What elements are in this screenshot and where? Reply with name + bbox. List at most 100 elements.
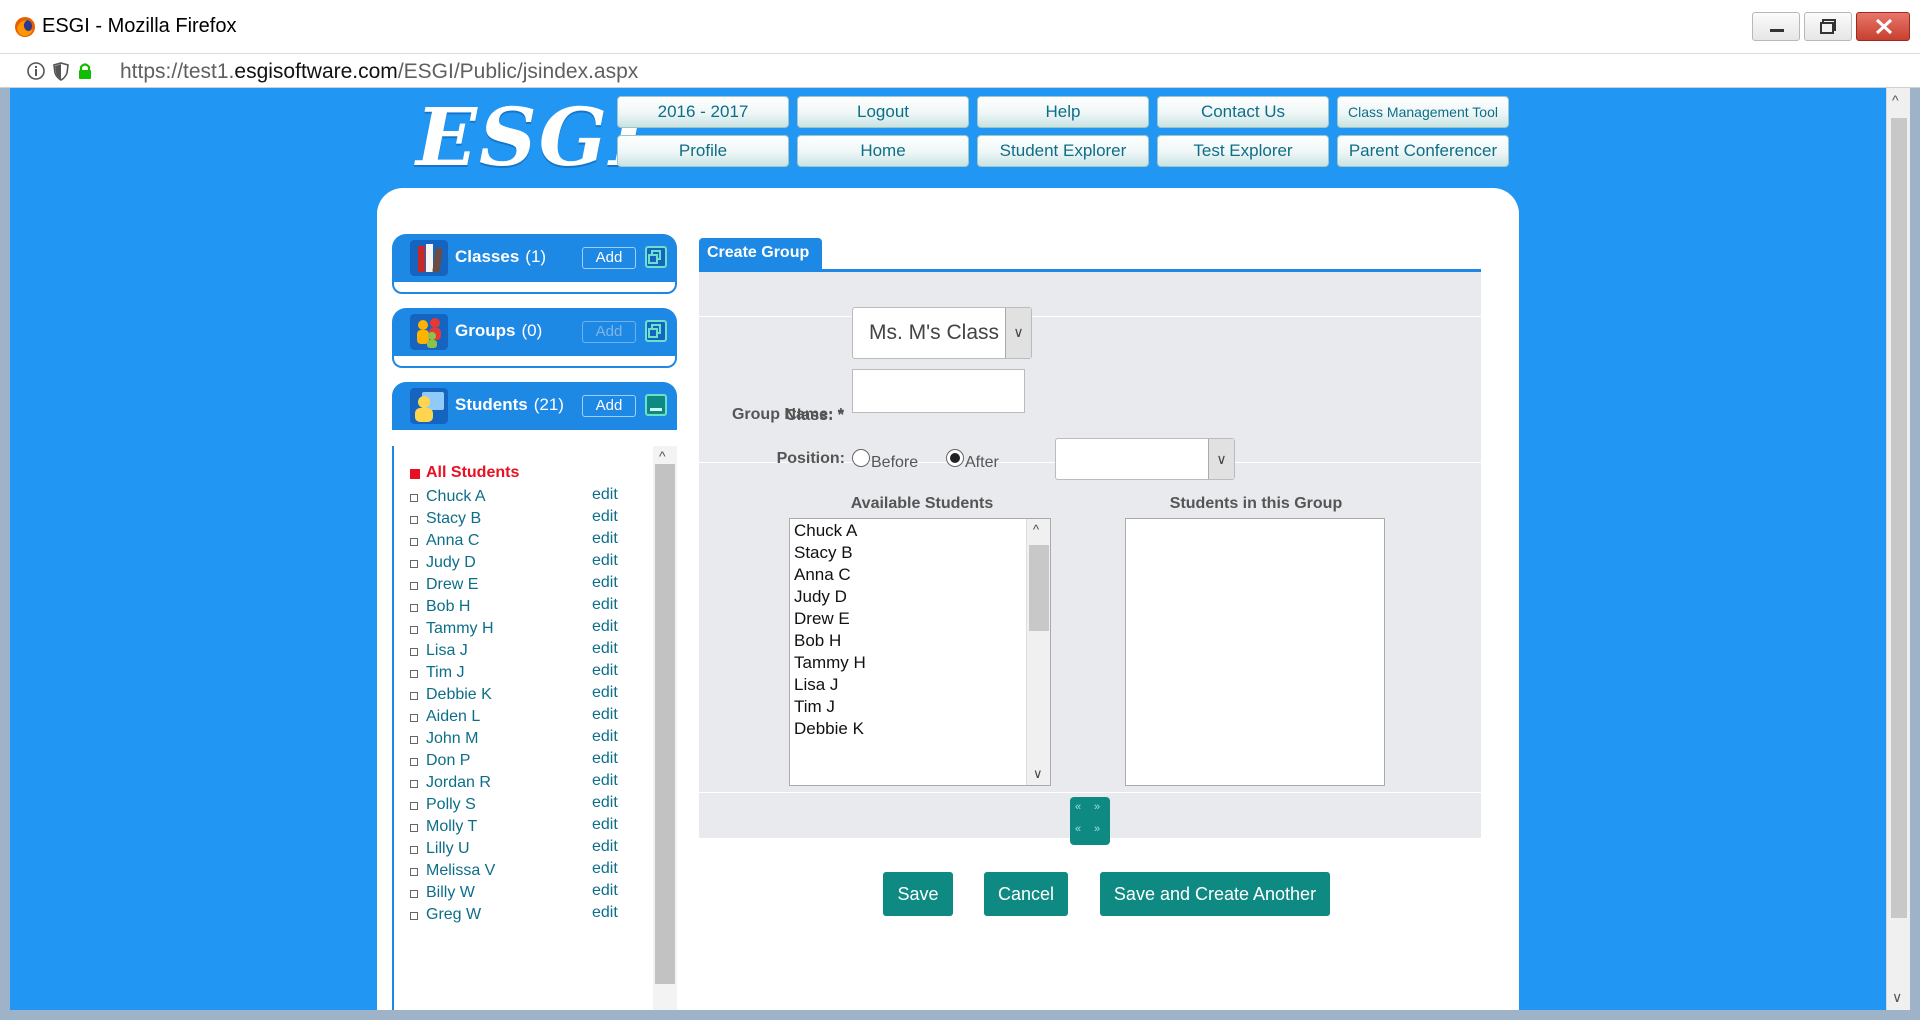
- student-list-item[interactable]: Chuck A edit: [408, 486, 643, 508]
- student-list-item[interactable]: Greg W edit: [408, 904, 643, 926]
- student-list-item[interactable]: Bob H edit: [408, 596, 643, 618]
- student-list-item[interactable]: Don P edit: [408, 750, 643, 772]
- scroll-down-icon[interactable]: ∨: [1033, 766, 1043, 782]
- student-list-item[interactable]: Lisa J edit: [408, 640, 643, 662]
- student-name[interactable]: Debbie K: [426, 686, 492, 704]
- add-group-button[interactable]: Add: [582, 321, 636, 343]
- available-list-scrollbar[interactable]: ^ ∨: [1026, 519, 1050, 785]
- scrollbar-thumb[interactable]: [655, 464, 675, 984]
- student-name[interactable]: Bob H: [426, 598, 470, 616]
- edit-student-link[interactable]: edit: [592, 904, 618, 922]
- maximize-button[interactable]: [1804, 12, 1852, 41]
- student-name[interactable]: Jordan R: [426, 774, 491, 792]
- nav-student-explorer-button[interactable]: Student Explorer: [977, 135, 1149, 167]
- student-list-item[interactable]: Debbie K edit: [408, 684, 643, 706]
- student-list-item[interactable]: Lilly U edit: [408, 838, 643, 860]
- available-student-option[interactable]: Judy D: [794, 587, 847, 607]
- student-name[interactable]: Lilly U: [426, 840, 470, 858]
- student-name[interactable]: Lisa J: [426, 642, 468, 660]
- nav-home-button[interactable]: Home: [797, 135, 969, 167]
- nav-contact-us-button[interactable]: Contact Us: [1157, 96, 1329, 128]
- nav-school-year-button[interactable]: 2016 - 2017: [617, 96, 789, 128]
- edit-student-link[interactable]: edit: [592, 596, 618, 614]
- edit-student-link[interactable]: edit: [592, 882, 618, 900]
- student-list-item[interactable]: Polly S edit: [408, 794, 643, 816]
- url-text[interactable]: https://test1.esgisoftware.com/ESGI/Publ…: [120, 60, 638, 84]
- nav-parent-conferencer-button[interactable]: Parent Conferencer: [1337, 135, 1509, 167]
- student-list-item[interactable]: Melissa V edit: [408, 860, 643, 882]
- minimize-button[interactable]: [1752, 12, 1800, 41]
- student-name[interactable]: Molly T: [426, 818, 477, 836]
- edit-student-link[interactable]: edit: [592, 486, 618, 504]
- tab-create-group[interactable]: Create Group: [699, 238, 822, 269]
- student-name[interactable]: John M: [426, 730, 478, 748]
- edit-student-link[interactable]: edit: [592, 794, 618, 812]
- student-name[interactable]: Melissa V: [426, 862, 495, 880]
- scroll-up-icon[interactable]: ^: [1892, 92, 1899, 108]
- add-class-button[interactable]: Add: [582, 247, 636, 269]
- edit-student-link[interactable]: edit: [592, 772, 618, 790]
- add-student-button[interactable]: Add: [582, 395, 636, 417]
- available-student-option[interactable]: Tim J: [794, 697, 835, 717]
- edit-student-link[interactable]: edit: [592, 684, 618, 702]
- student-list-item[interactable]: Jordan R edit: [408, 772, 643, 794]
- available-student-option[interactable]: Anna C: [794, 565, 851, 585]
- students-title[interactable]: Students (21): [455, 395, 564, 415]
- edit-student-link[interactable]: edit: [592, 640, 618, 658]
- edit-student-link[interactable]: edit: [592, 816, 618, 834]
- nav-profile-button[interactable]: Profile: [617, 135, 789, 167]
- student-list-item[interactable]: Tammy H edit: [408, 618, 643, 640]
- student-list-item[interactable]: John M edit: [408, 728, 643, 750]
- collapse-students-button[interactable]: [645, 394, 667, 416]
- available-student-option[interactable]: Bob H: [794, 631, 841, 651]
- edit-student-link[interactable]: edit: [592, 552, 618, 570]
- edit-student-link[interactable]: edit: [592, 574, 618, 592]
- expand-classes-button[interactable]: [645, 246, 667, 268]
- available-student-option[interactable]: Drew E: [794, 609, 850, 629]
- student-list-item[interactable]: Stacy B edit: [408, 508, 643, 530]
- edit-student-link[interactable]: edit: [592, 838, 618, 856]
- expand-groups-button[interactable]: [645, 320, 667, 342]
- cancel-button[interactable]: Cancel: [984, 872, 1068, 916]
- student-list-item[interactable]: Tim J edit: [408, 662, 643, 684]
- student-list-item[interactable]: Judy D edit: [408, 552, 643, 574]
- student-name[interactable]: Greg W: [426, 906, 481, 924]
- nav-logout-button[interactable]: Logout: [797, 96, 969, 128]
- student-name[interactable]: Stacy B: [426, 510, 481, 528]
- scrollbar-thumb[interactable]: [1891, 118, 1907, 918]
- classes-title[interactable]: Classes (1): [455, 247, 546, 267]
- available-students-list[interactable]: Chuck A Stacy B Anna C Judy D Drew E Bob H Tam…: [789, 518, 1051, 786]
- student-list-item[interactable]: Billy W edit: [408, 882, 643, 904]
- nav-help-button[interactable]: Help: [977, 96, 1149, 128]
- groups-title[interactable]: Groups (0): [455, 321, 542, 341]
- available-student-option[interactable]: Debbie K: [794, 719, 864, 739]
- available-student-option[interactable]: Lisa J: [794, 675, 838, 695]
- student-list-item[interactable]: Aiden L edit: [408, 706, 643, 728]
- student-list-scrollbar[interactable]: ^: [653, 446, 677, 1010]
- after-radio[interactable]: [946, 449, 964, 467]
- student-name[interactable]: Tim J: [426, 664, 465, 682]
- scroll-up-icon[interactable]: ^: [1033, 522, 1039, 537]
- student-name[interactable]: Judy D: [426, 554, 476, 572]
- address-bar[interactable]: https://test1.esgisoftware.com/ESGI/Publ…: [0, 54, 1920, 88]
- edit-student-link[interactable]: edit: [592, 728, 618, 746]
- available-student-option[interactable]: Chuck A: [794, 521, 857, 541]
- edit-student-link[interactable]: edit: [592, 750, 618, 768]
- esgi-logo[interactable]: ESGI: [416, 92, 647, 182]
- chevron-down-icon[interactable]: ∨: [1005, 308, 1031, 358]
- student-list-item[interactable]: Anna C edit: [408, 530, 643, 552]
- save-button[interactable]: Save: [883, 872, 953, 916]
- save-and-create-another-button[interactable]: Save and Create Another: [1100, 872, 1330, 916]
- student-name[interactable]: Polly S: [426, 796, 476, 814]
- student-list-item[interactable]: Molly T edit: [408, 816, 643, 838]
- shield-icon[interactable]: [52, 61, 70, 81]
- position-select[interactable]: ∨: [1055, 438, 1235, 480]
- scroll-down-icon[interactable]: ∨: [1892, 989, 1902, 1006]
- student-name[interactable]: Don P: [426, 752, 470, 770]
- student-name[interactable]: Anna C: [426, 532, 479, 550]
- close-button[interactable]: [1856, 12, 1910, 41]
- student-name[interactable]: Billy W: [426, 884, 475, 902]
- edit-student-link[interactable]: edit: [592, 508, 618, 526]
- scroll-up-icon[interactable]: ^: [659, 448, 666, 464]
- edit-student-link[interactable]: edit: [592, 662, 618, 680]
